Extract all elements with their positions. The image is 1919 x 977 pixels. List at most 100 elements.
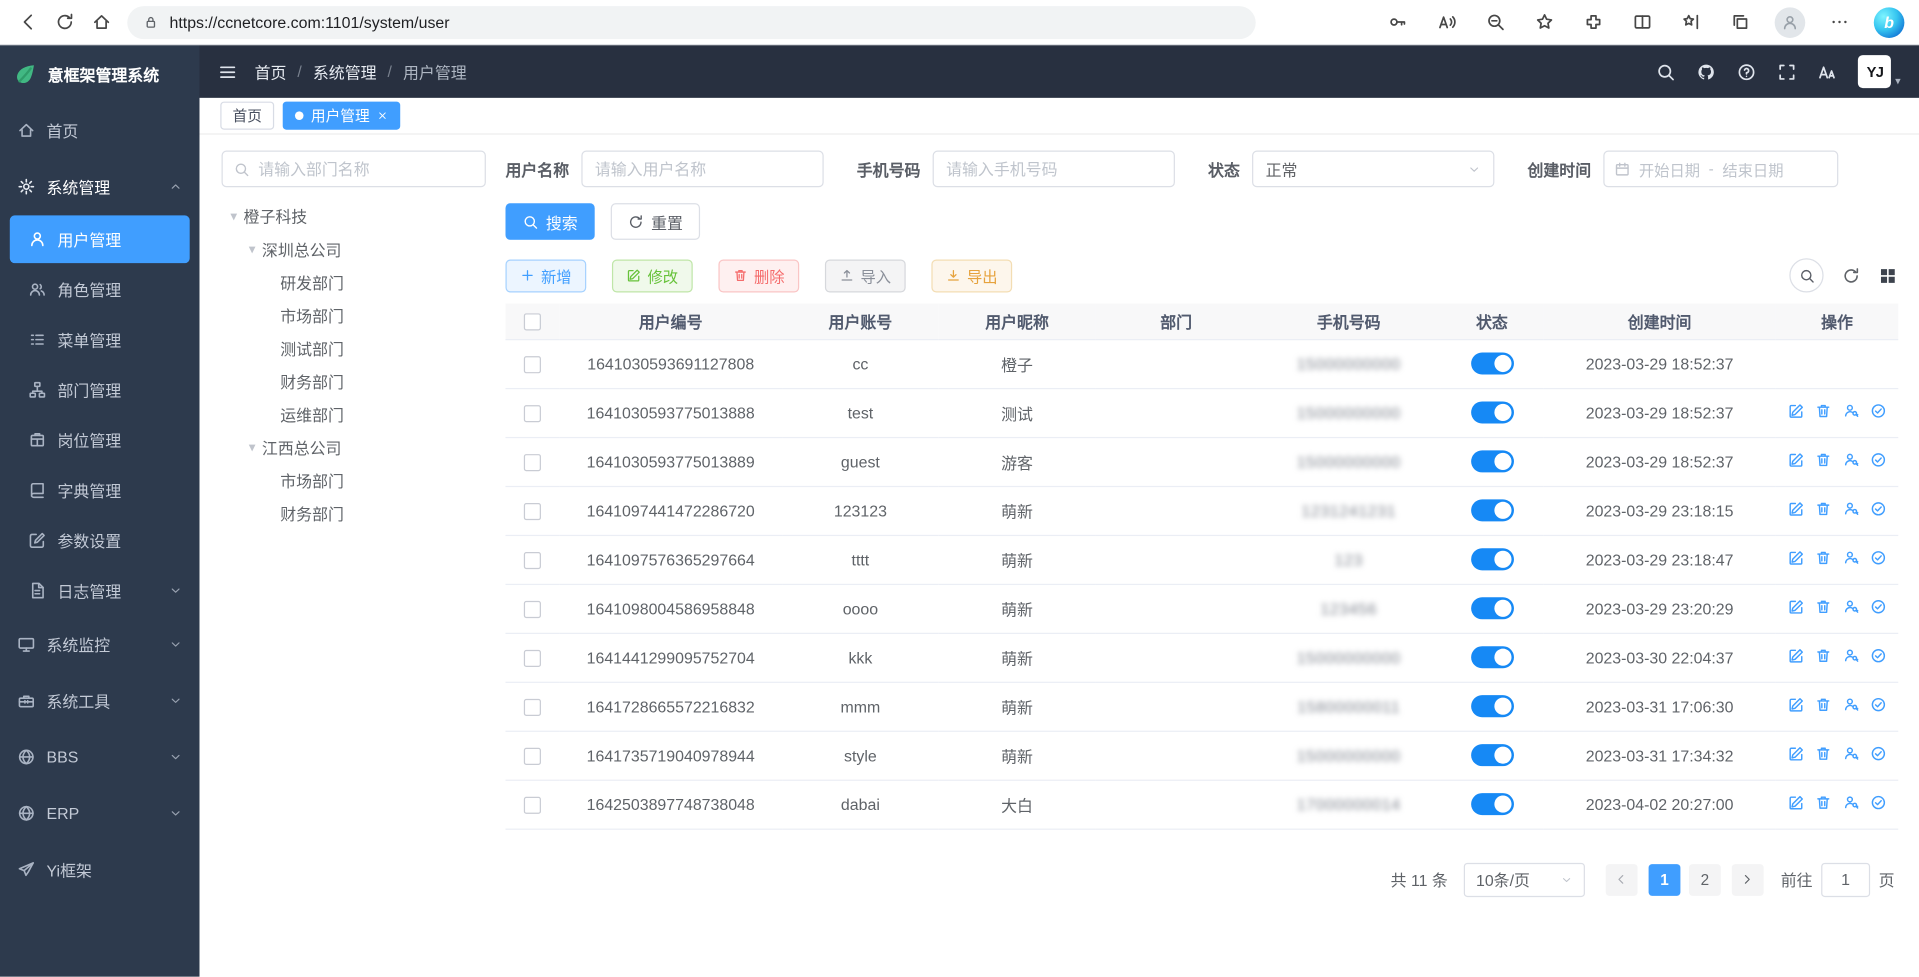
collapse-menu-icon[interactable]: [218, 62, 238, 82]
sidebar-item-13[interactable]: ERP: [0, 785, 199, 841]
status-toggle[interactable]: [1471, 597, 1514, 619]
reset-password-icon[interactable]: [1843, 500, 1860, 517]
row-checkbox[interactable]: [524, 356, 541, 373]
prev-page-button[interactable]: [1606, 863, 1638, 895]
favorites-star-icon[interactable]: [1530, 5, 1559, 39]
assign-role-icon[interactable]: [1870, 745, 1887, 762]
avatar[interactable]: YJ: [1858, 55, 1891, 88]
browser-menu-dots-icon[interactable]: [1825, 5, 1854, 39]
delete-row-icon[interactable]: [1815, 696, 1832, 713]
page-size-select[interactable]: 10条/页: [1464, 862, 1585, 896]
read-aloud-icon[interactable]: [1432, 5, 1461, 39]
sidebar-item-0[interactable]: 首页: [0, 102, 199, 158]
delete-button[interactable]: 删除: [718, 259, 799, 292]
assign-role-icon[interactable]: [1870, 549, 1887, 566]
assign-role-icon[interactable]: [1870, 402, 1887, 419]
reset-button[interactable]: 重置: [611, 203, 700, 240]
copilot-icon[interactable]: b: [1874, 7, 1905, 38]
assign-role-icon[interactable]: [1870, 647, 1887, 664]
row-checkbox[interactable]: [524, 601, 541, 618]
refresh-table-button[interactable]: [1842, 266, 1860, 284]
sidebar-item-8[interactable]: 参数设置: [0, 515, 199, 565]
sidebar-item-6[interactable]: 岗位管理: [0, 415, 199, 465]
favorites-bar-icon[interactable]: [1677, 5, 1706, 39]
tree-node-研发部门[interactable]: 研发部门: [222, 266, 486, 299]
breadcrumb-item[interactable]: 首页: [255, 60, 287, 83]
tree-node-深圳总公司[interactable]: ▾深圳总公司: [222, 233, 486, 266]
tree-node-财务部门[interactable]: 财务部门: [222, 497, 486, 530]
toggle-search-button[interactable]: [1789, 258, 1823, 292]
status-toggle[interactable]: [1471, 548, 1514, 570]
delete-row-icon[interactable]: [1815, 451, 1832, 468]
next-page-button[interactable]: [1732, 863, 1764, 895]
delete-row-icon[interactable]: [1815, 598, 1832, 615]
sidebar-item-1[interactable]: 系统管理: [0, 158, 199, 214]
sidebar-item-3[interactable]: 角色管理: [0, 264, 199, 314]
status-toggle[interactable]: [1471, 352, 1514, 374]
sidebar-item-4[interactable]: 菜单管理: [0, 315, 199, 365]
goto-page-input[interactable]: [1821, 862, 1870, 896]
sidebar-item-10[interactable]: 系统监控: [0, 616, 199, 672]
tree-node-市场部门[interactable]: 市场部门: [222, 464, 486, 497]
phone-input[interactable]: [933, 151, 1175, 188]
assign-role-icon[interactable]: [1870, 451, 1887, 468]
reset-password-icon[interactable]: [1843, 794, 1860, 811]
browser-home-button[interactable]: [83, 4, 120, 41]
delete-row-icon[interactable]: [1815, 794, 1832, 811]
tree-node-运维部门[interactable]: 运维部门: [222, 398, 486, 431]
tab-用户管理[interactable]: 用户管理: [283, 102, 401, 130]
edit-row-icon[interactable]: [1788, 598, 1805, 615]
search-icon[interactable]: [1657, 62, 1677, 82]
status-toggle[interactable]: [1471, 499, 1514, 521]
breadcrumb-item[interactable]: 系统管理: [313, 60, 377, 83]
row-checkbox[interactable]: [524, 552, 541, 569]
page-button-1[interactable]: 1: [1649, 863, 1681, 895]
sidebar-item-9[interactable]: 日志管理: [0, 565, 199, 615]
collections-icon[interactable]: [1726, 5, 1755, 39]
edit-row-icon[interactable]: [1788, 745, 1805, 762]
help-icon[interactable]: [1737, 62, 1757, 82]
select-all-checkbox[interactable]: [524, 313, 541, 330]
delete-row-icon[interactable]: [1815, 745, 1832, 762]
edit-row-icon[interactable]: [1788, 500, 1805, 517]
tab-首页[interactable]: 首页: [220, 102, 274, 130]
assign-role-icon[interactable]: [1870, 500, 1887, 517]
extensions-icon[interactable]: [1579, 5, 1608, 39]
edit-row-icon[interactable]: [1788, 696, 1805, 713]
row-checkbox[interactable]: [524, 405, 541, 422]
sidebar-item-14[interactable]: Yi框架: [0, 841, 199, 897]
tree-node-测试部门[interactable]: 测试部门: [222, 332, 486, 365]
sidebar-item-2[interactable]: 用户管理: [10, 215, 190, 263]
status-toggle[interactable]: [1471, 450, 1514, 472]
reset-password-icon[interactable]: [1843, 696, 1860, 713]
split-screen-icon[interactable]: [1628, 5, 1657, 39]
row-checkbox[interactable]: [524, 503, 541, 520]
sidebar-item-5[interactable]: 部门管理: [0, 365, 199, 415]
edit-row-icon[interactable]: [1788, 451, 1805, 468]
date-range-picker[interactable]: 开始日期 - 结束日期: [1603, 151, 1838, 188]
user-menu[interactable]: YJ ▾: [1858, 55, 1900, 88]
font-size-icon[interactable]: [1818, 62, 1838, 82]
delete-row-icon[interactable]: [1815, 647, 1832, 664]
tree-node-市场部门[interactable]: 市场部门: [222, 299, 486, 332]
sidebar-item-11[interactable]: 系统工具: [0, 672, 199, 728]
import-button[interactable]: 导入: [825, 259, 906, 292]
caret-down-icon[interactable]: ▾: [242, 241, 262, 257]
row-checkbox[interactable]: [524, 796, 541, 813]
row-checkbox[interactable]: [524, 748, 541, 765]
column-settings-button[interactable]: [1879, 266, 1897, 284]
export-button[interactable]: 导出: [931, 259, 1012, 292]
tree-node-江西总公司[interactable]: ▾江西总公司: [222, 431, 486, 464]
caret-down-icon[interactable]: ▾: [224, 208, 244, 224]
browser-refresh-button[interactable]: [47, 4, 84, 41]
dept-search[interactable]: [222, 151, 486, 188]
address-bar[interactable]: https://ccnetcore.com:1101/system/user: [127, 6, 1255, 39]
modify-button[interactable]: 修改: [612, 259, 693, 292]
tree-node-橙子科技[interactable]: ▾橙子科技: [222, 199, 486, 232]
assign-role-icon[interactable]: [1870, 696, 1887, 713]
delete-row-icon[interactable]: [1815, 549, 1832, 566]
add-button[interactable]: 新增: [505, 259, 586, 292]
sidebar-item-7[interactable]: 字典管理: [0, 465, 199, 515]
status-toggle[interactable]: [1471, 401, 1514, 423]
reset-password-icon[interactable]: [1843, 549, 1860, 566]
